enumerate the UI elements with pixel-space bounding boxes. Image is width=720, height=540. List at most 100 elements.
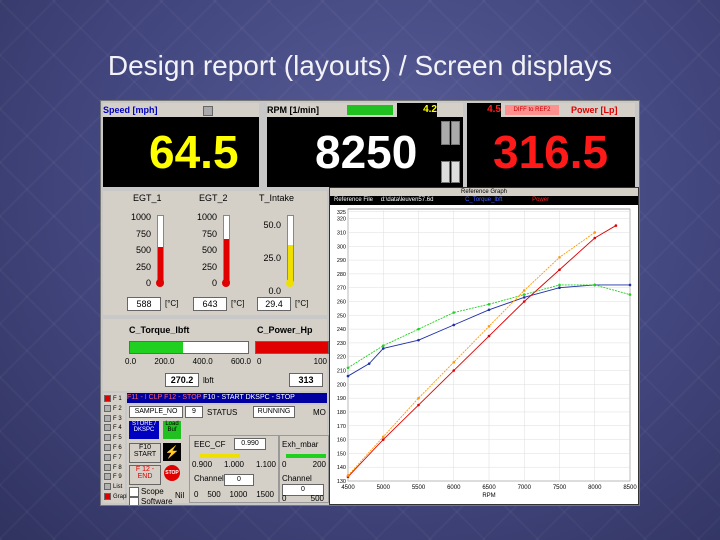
y-tick-label: 250 bbox=[337, 313, 346, 319]
fkey-indicator bbox=[104, 483, 111, 491]
intake-unit: [°C] bbox=[295, 299, 309, 308]
fkey-3[interactable]: F 3 bbox=[104, 414, 126, 424]
fkey-label: F 4 bbox=[113, 425, 122, 432]
reference-line-chart: 325320 310 300 290 280 270 260 250 240 230 220 210 2… bbox=[337, 208, 637, 499]
fkey-10[interactable]: List bbox=[104, 483, 126, 492]
func-stop[interactable]: F12 - STOP bbox=[164, 394, 201, 401]
data-point bbox=[522, 300, 526, 303]
data-point bbox=[381, 438, 385, 441]
fkey-5[interactable]: F 5 bbox=[104, 434, 126, 443]
y-tick-label: 170 bbox=[337, 424, 346, 430]
data-point bbox=[452, 369, 456, 372]
sample-label: SAMPLE_NO bbox=[129, 406, 183, 418]
x-tick-label: 7500 bbox=[553, 485, 567, 491]
data-point bbox=[522, 289, 526, 292]
egt2-bulb bbox=[222, 279, 230, 287]
data-point bbox=[452, 323, 456, 327]
scope-label: Scope bbox=[141, 487, 164, 496]
fkey-label: F 7 bbox=[113, 454, 122, 461]
exh-bar bbox=[286, 454, 326, 458]
data-point bbox=[593, 231, 597, 234]
store-button[interactable]: STORE / DKSPC bbox=[129, 421, 159, 439]
data-point bbox=[628, 283, 632, 287]
func-dkspc[interactable]: DKSPC - STOP bbox=[246, 394, 295, 401]
fkey-2[interactable]: F 2 bbox=[104, 404, 126, 414]
intake-label: T_Intake bbox=[259, 193, 295, 203]
channel1-label: Channel bbox=[194, 474, 224, 483]
exh-scale: 0 200 bbox=[282, 460, 326, 469]
rpm-switch-2[interactable] bbox=[451, 121, 460, 145]
control-panel: SAMPLE_NO 9 STATUS RUNNING MO STORE / DK… bbox=[127, 405, 329, 505]
axis2-scale: 0 500 bbox=[282, 494, 324, 503]
data-point bbox=[487, 325, 491, 328]
speed-panel: Speed [mph] 64.5 bbox=[103, 103, 259, 187]
torque-value: 270.2 bbox=[165, 373, 199, 387]
y-tick-label: 260 bbox=[337, 300, 346, 306]
data-point bbox=[381, 344, 385, 347]
temperature-panel: EGT_1 EGT_2 T_Intake 1000 750 500 250 0 1000… bbox=[103, 191, 327, 315]
func-clp[interactable]: F11 - I CLP bbox=[127, 394, 162, 401]
data-point bbox=[593, 236, 597, 240]
egt2-unit: [°C] bbox=[231, 299, 245, 308]
intake-scale: 50.0 25.0 0.0 bbox=[263, 220, 281, 296]
load-buffer-button[interactable]: Load Buf bbox=[163, 421, 181, 439]
data-point bbox=[522, 293, 526, 296]
fkey-label: List bbox=[113, 484, 123, 491]
reference-graph-window: Reference Graph Reference File d:\data\l… bbox=[329, 187, 639, 505]
data-point bbox=[522, 296, 526, 299]
egt1-label: EGT_1 bbox=[133, 193, 162, 203]
scope-checkbox[interactable] bbox=[129, 487, 139, 497]
reference-file-label: Reference File bbox=[334, 197, 374, 203]
egt1-scale: 1000 750 500 250 0 bbox=[130, 212, 151, 288]
fkey-indicator bbox=[104, 444, 111, 451]
screen-display: Speed [mph] 64.5 RPM [1/min] 4.2 8250 4.… bbox=[100, 100, 640, 506]
rpm-switch-1[interactable] bbox=[441, 121, 450, 145]
fkey-6[interactable]: F 6 bbox=[104, 444, 126, 453]
egt2-fill bbox=[224, 239, 229, 282]
data-point bbox=[628, 293, 632, 296]
fkey-label: F 5 bbox=[113, 435, 122, 442]
power-value: 316.5 bbox=[493, 126, 609, 178]
y-tick-label: 210 bbox=[337, 369, 346, 375]
y-tick-label: 150 bbox=[337, 451, 346, 457]
rpm-green-indicator bbox=[347, 105, 393, 115]
mo-label: MO bbox=[313, 408, 326, 417]
fkey-7[interactable]: F 7 bbox=[104, 453, 126, 463]
axis1-scale: 0 500 1000 1500 bbox=[194, 490, 274, 499]
fkey-label: F 3 bbox=[113, 415, 122, 422]
power-panel: 4.5 DIFF to REF2 Power [Lp] 316.5 bbox=[467, 103, 635, 187]
function-bar: F11 - I CLP F12 - STOP F10 - START DKSPC… bbox=[127, 393, 327, 403]
f12-end-button[interactable]: F 12 - END bbox=[129, 465, 161, 485]
rpm-switch-3[interactable] bbox=[441, 161, 450, 183]
intake-fill bbox=[288, 245, 293, 282]
fkey-11[interactable]: Graph bbox=[104, 493, 130, 502]
f10-start-button[interactable]: F10 START bbox=[129, 443, 161, 463]
y-tick-label: 200 bbox=[337, 382, 346, 388]
fkey-1[interactable]: F 1 bbox=[104, 395, 126, 404]
fkey-8[interactable]: F 8 bbox=[104, 463, 126, 473]
egt2-label: EGT_2 bbox=[199, 193, 228, 203]
bar-panel: C_Torque_lbft C_Power_Hp 0.0 200.0 400.0 60… bbox=[103, 319, 329, 391]
software-checkbox[interactable] bbox=[129, 497, 139, 505]
egt1-value: 588 bbox=[127, 297, 161, 311]
fkey-9[interactable]: F 9 bbox=[104, 473, 126, 482]
fkey-4[interactable]: F 4 bbox=[104, 424, 126, 433]
power-diff-value: 4.5 bbox=[467, 103, 501, 117]
channel1-value[interactable]: 0 bbox=[224, 474, 254, 486]
rpm-panel: RPM [1/min] 4.2 8250 bbox=[267, 103, 463, 187]
data-point bbox=[417, 403, 420, 407]
stop-icon[interactable]: STOP bbox=[164, 465, 180, 481]
lightning-icon[interactable]: ⚡ bbox=[163, 443, 181, 461]
exh-subpanel: Exh_mbar 0 200 Channel 0 0 500 bbox=[279, 435, 329, 503]
speed-indicator[interactable] bbox=[203, 106, 213, 116]
x-tick-label: 7000 bbox=[518, 485, 532, 491]
func-start[interactable]: F10 - START bbox=[203, 394, 243, 401]
y-tick-label: 230 bbox=[337, 341, 346, 347]
y-tick-label: 220 bbox=[337, 355, 346, 361]
data-point bbox=[346, 366, 350, 370]
status-value: RUNNING bbox=[253, 406, 295, 418]
series1-legend: C_Torque_lbft bbox=[465, 197, 503, 203]
rpm-switch-4[interactable] bbox=[451, 161, 460, 183]
x-tick-label: 4500 bbox=[341, 485, 355, 491]
data-point bbox=[558, 286, 561, 290]
